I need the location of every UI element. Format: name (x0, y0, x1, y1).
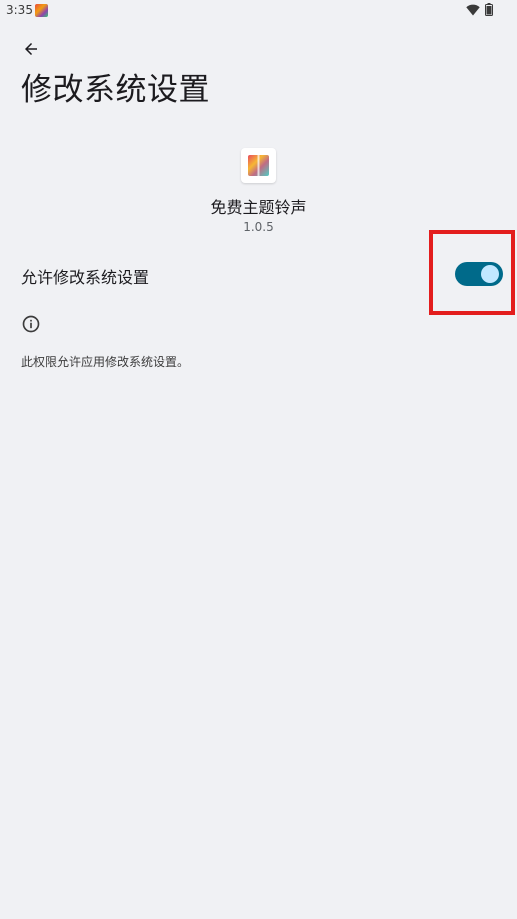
wifi-icon (466, 4, 480, 16)
settings-screen: 3:35 修改系统设置 免费主题铃声 1.0.5 允许修改系统设置 此权限允许应… (0, 0, 517, 919)
page-title: 修改系统设置 (21, 72, 210, 108)
app-notification-icon (35, 4, 48, 17)
app-icon (241, 148, 276, 183)
arrow-back-icon (25, 43, 37, 55)
status-time: 3:35 (6, 3, 33, 17)
setting-label: 允许修改系统设置 (21, 268, 150, 287)
info-icon (22, 315, 40, 333)
info-text: 此权限允许应用修改系统设置。 (21, 355, 190, 369)
back-button[interactable] (16, 34, 46, 64)
battery-icon (485, 3, 493, 16)
status-bar: 3:35 (0, 0, 517, 22)
highlight-box (429, 230, 515, 315)
app-name: 免费主题铃声 (210, 198, 307, 217)
